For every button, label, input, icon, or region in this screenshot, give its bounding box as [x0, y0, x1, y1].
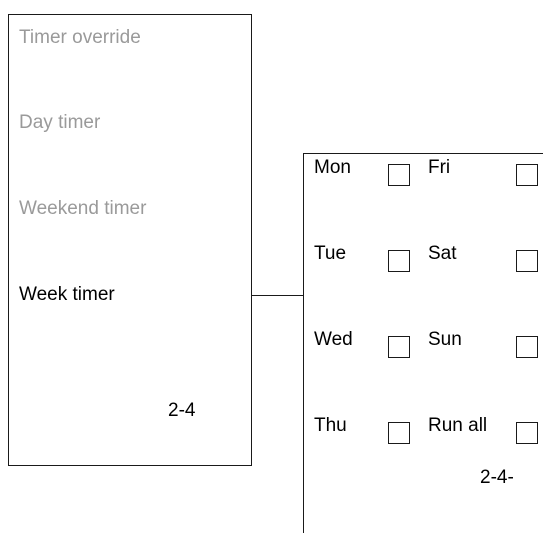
connector-line — [252, 295, 303, 296]
menu-item-week-timer[interactable]: Week timer — [19, 284, 115, 306]
menu-item-weekend-timer[interactable]: Weekend timer — [19, 198, 146, 220]
menu-item-day-timer[interactable]: Day timer — [19, 112, 100, 134]
day-label-sat: Sat — [428, 243, 457, 264]
checkbox-run-all[interactable] — [516, 422, 538, 444]
checkbox-thu[interactable] — [388, 422, 410, 444]
day-label-thu: Thu — [314, 415, 347, 436]
day-label-mon: Mon — [314, 157, 351, 178]
checkbox-wed[interactable] — [388, 336, 410, 358]
checkbox-mon[interactable] — [388, 164, 410, 186]
menu-page-code: 2-4 — [168, 400, 196, 421]
day-label-tue: Tue — [314, 243, 347, 264]
day-label-sun: Sun — [428, 329, 462, 350]
day-label-fri: Fri — [428, 157, 451, 178]
checkbox-fri[interactable] — [516, 164, 538, 186]
checkbox-sun[interactable] — [516, 336, 538, 358]
day-label-run-all: Run all — [428, 415, 488, 436]
day-selector-page-code: 2-4- — [480, 467, 514, 488]
timer-menu-panel: Timer override Day timer Weekend timer W… — [8, 14, 252, 466]
week-day-selector-panel: Mon Fri Tue Sat Wed Sun Thu Run all 2-4- — [303, 153, 543, 533]
checkbox-sat[interactable] — [516, 250, 538, 272]
menu-item-timer-override[interactable]: Timer override — [19, 27, 141, 49]
checkbox-tue[interactable] — [388, 250, 410, 272]
day-label-wed: Wed — [314, 329, 353, 350]
